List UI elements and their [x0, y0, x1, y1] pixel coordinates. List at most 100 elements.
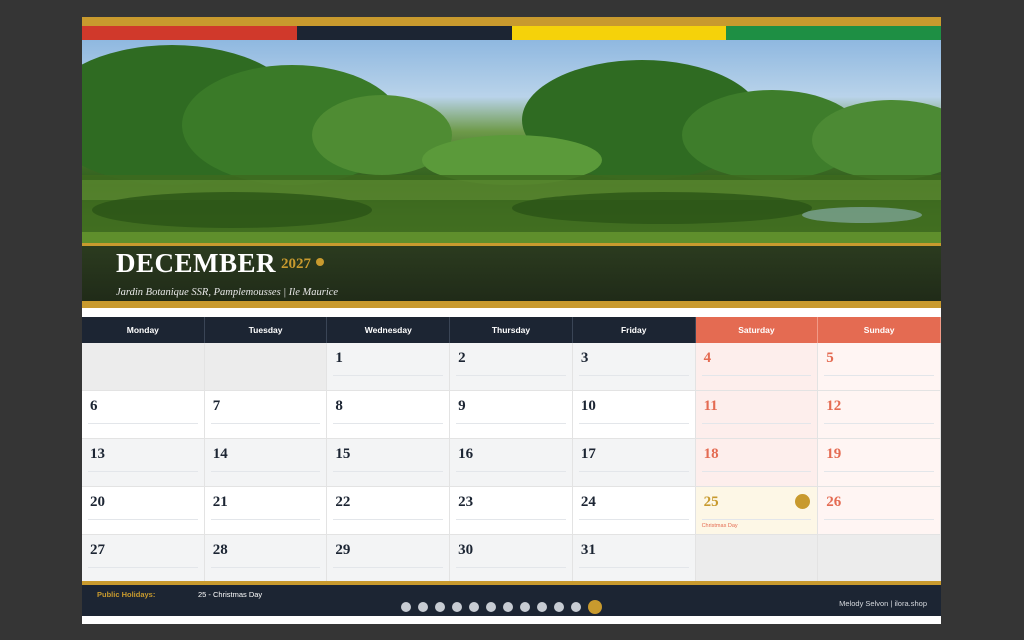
day-cell-13[interactable]: 13	[82, 439, 205, 487]
day-cell-19[interactable]: 19	[818, 439, 941, 487]
day-cell-25[interactable]: 25 Christmas Day	[695, 487, 819, 535]
day-cell-8[interactable]: 8	[327, 391, 451, 439]
page-dot-8[interactable]	[520, 602, 530, 612]
flag-stripe-green	[726, 26, 941, 40]
public-holidays-value: 25 - Christmas Day	[198, 590, 263, 599]
day-cell-9[interactable]: 9	[450, 391, 573, 439]
note-line	[333, 567, 444, 568]
page-dot-2[interactable]	[418, 602, 428, 612]
day-number: 3	[580, 350, 589, 366]
holiday-marker-icon	[795, 494, 811, 509]
day-cell-28[interactable]: 28	[204, 535, 328, 583]
page-dot-7[interactable]	[503, 602, 513, 612]
note-line	[578, 471, 689, 472]
day-cell-24[interactable]: 24	[572, 487, 696, 535]
day-cell-31[interactable]: 31	[572, 535, 696, 583]
day-cell-11[interactable]: 11	[695, 391, 819, 439]
day-number: 24	[580, 494, 596, 510]
weekday-header-wednesday: Wednesday	[327, 317, 451, 343]
day-number: 13	[90, 446, 105, 462]
day-number: 25	[703, 494, 719, 510]
month-banner: DECEMBER 2027 Jardin Botanique SSR, Pamp…	[82, 243, 941, 301]
day-cell-20[interactable]: 20	[82, 487, 205, 535]
public-holidays-label: Public Holidays:	[97, 590, 156, 599]
day-cell-5[interactable]: 5	[818, 343, 941, 391]
day-number: 9	[458, 398, 466, 414]
day-number: 28	[212, 542, 228, 558]
day-number: 21	[212, 494, 228, 510]
note-line	[210, 567, 321, 568]
note-line	[701, 471, 812, 472]
day-cell-30[interactable]: 30	[450, 535, 573, 583]
credit-text: Melody Selvon | ilora.shop	[839, 599, 927, 608]
day-number: 17	[580, 446, 596, 462]
day-cell-1[interactable]: 1	[327, 343, 451, 391]
day-cell-7[interactable]: 7	[204, 391, 328, 439]
note-line	[578, 375, 689, 376]
day-cell-26[interactable]: 26	[818, 487, 941, 535]
top-gold-bar	[82, 17, 941, 26]
page-dot-9[interactable]	[537, 602, 547, 612]
day-cell-18[interactable]: 18	[695, 439, 819, 487]
day-number: 6	[90, 398, 98, 414]
day-number: 18	[703, 446, 719, 462]
page-dot-3[interactable]	[435, 602, 445, 612]
day-cell-29[interactable]: 29	[327, 535, 451, 583]
day-number: 31	[580, 542, 596, 558]
empty-day-cell	[695, 535, 819, 583]
calendar-footer: Public Holidays: 25 - Christmas Day Melo…	[82, 585, 941, 616]
note-line	[456, 423, 566, 424]
page-dot-4[interactable]	[452, 602, 462, 612]
weekday-header-friday: Friday	[572, 317, 696, 343]
note-line	[333, 519, 444, 520]
calendar-page: DECEMBER 2027 Jardin Botanique SSR, Pamp…	[82, 17, 941, 624]
day-cell-22[interactable]: 22	[327, 487, 451, 535]
day-number: 16	[458, 446, 474, 462]
day-cell-4[interactable]: 4	[695, 343, 819, 391]
day-cell-6[interactable]: 6	[82, 391, 205, 439]
note-line	[456, 471, 566, 472]
page-dot-1[interactable]	[401, 602, 411, 612]
weekday-header-tuesday: Tuesday	[204, 317, 328, 343]
flag-stripe-red	[82, 26, 297, 40]
year-label: 2027	[281, 256, 311, 272]
day-number: 1	[335, 350, 343, 366]
note-line	[333, 423, 444, 424]
day-cell-17[interactable]: 17	[572, 439, 696, 487]
day-cell-27[interactable]: 27	[82, 535, 205, 583]
day-cell-2[interactable]: 2	[450, 343, 573, 391]
day-number: 10	[580, 398, 596, 414]
mid-gold-bar	[82, 301, 941, 308]
flag-stripes	[82, 26, 941, 40]
weekday-header-saturday: Saturday	[695, 317, 819, 343]
day-cell-21[interactable]: 21	[204, 487, 328, 535]
day-cell-3[interactable]: 3	[572, 343, 696, 391]
day-cell-16[interactable]: 16	[450, 439, 573, 487]
page-dot-11[interactable]	[571, 602, 581, 612]
day-number: 14	[212, 446, 228, 462]
day-number: 4	[703, 350, 712, 366]
note-line	[701, 519, 812, 520]
empty-day-cell	[82, 343, 205, 391]
note-line	[456, 567, 566, 568]
weekday-header-thursday: Thursday	[450, 317, 573, 343]
day-number: 8	[335, 398, 343, 414]
day-number: 12	[826, 398, 842, 414]
note-line	[456, 375, 566, 376]
day-cell-10[interactable]: 10	[572, 391, 696, 439]
day-cell-23[interactable]: 23	[450, 487, 573, 535]
day-cell-12[interactable]: 12	[818, 391, 941, 439]
flag-stripe-yellow	[511, 26, 727, 40]
weekday-header-sunday: Sunday	[818, 317, 941, 343]
note-line	[210, 519, 321, 520]
note-line	[88, 471, 198, 472]
page-dot-6[interactable]	[486, 602, 496, 612]
day-cell-14[interactable]: 14	[204, 439, 328, 487]
note-line	[578, 423, 689, 424]
empty-day-cell	[818, 535, 941, 583]
page-dot-10[interactable]	[554, 602, 564, 612]
page-dot-5[interactable]	[469, 602, 479, 612]
day-cell-15[interactable]: 15	[327, 439, 451, 487]
page-dot-12[interactable]	[588, 600, 602, 614]
weekday-header-monday: Monday	[82, 317, 205, 343]
